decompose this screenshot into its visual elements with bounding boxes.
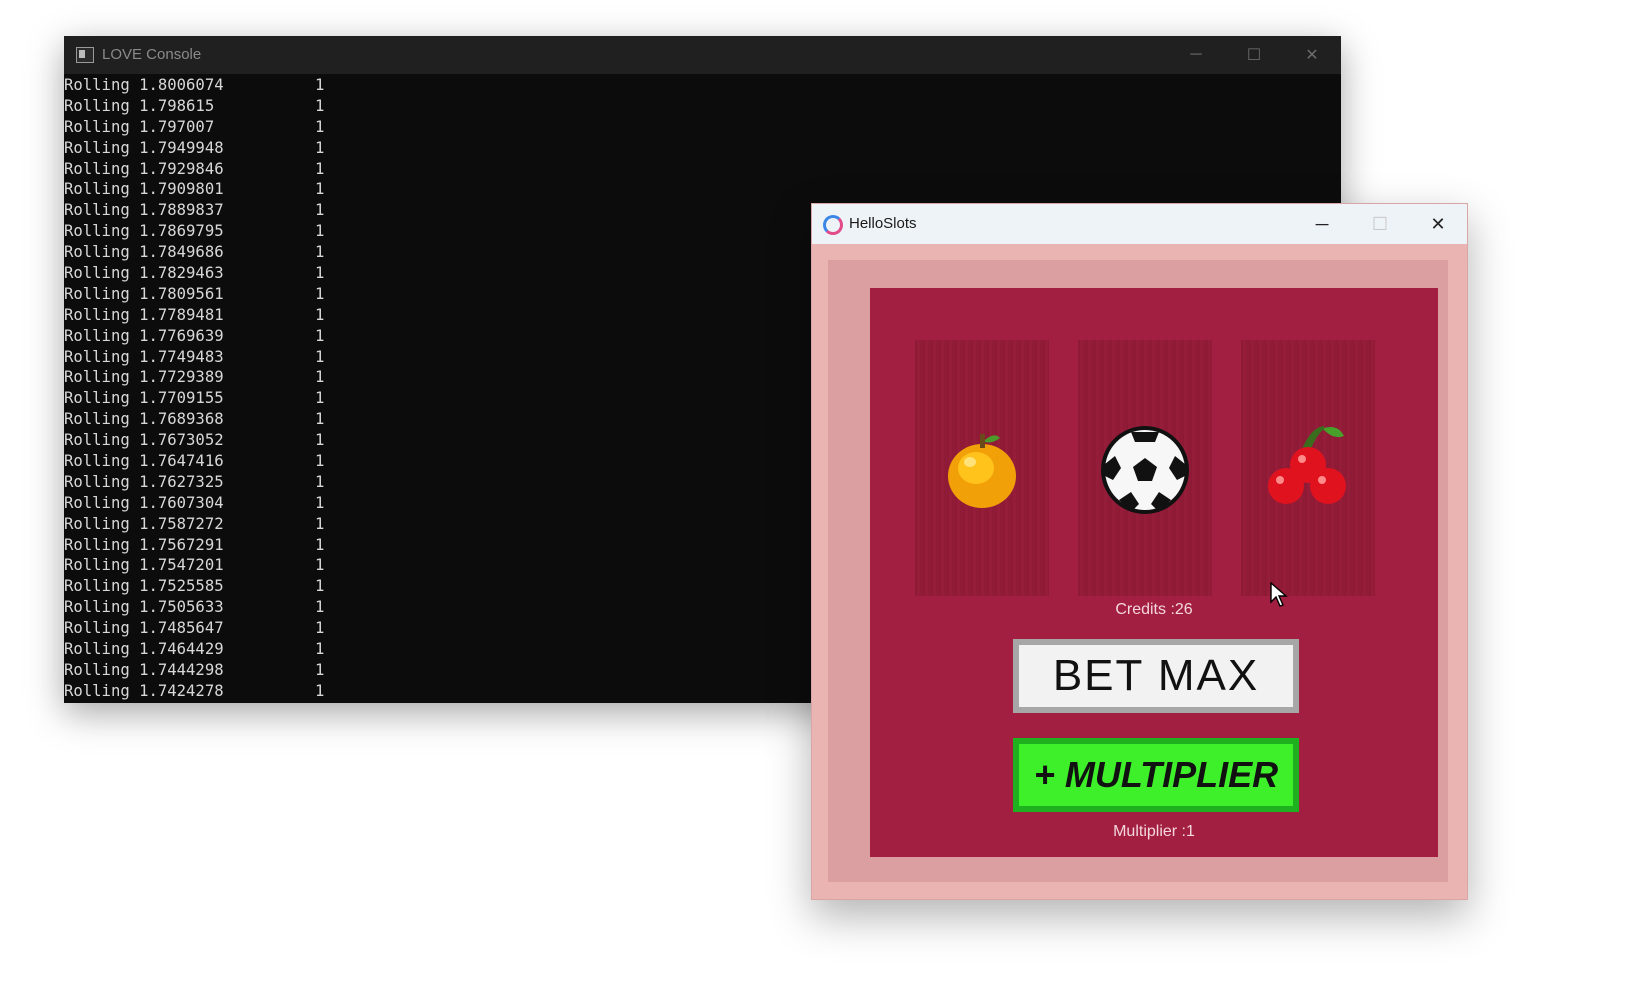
helloslots-window: HelloSlots ─ ☐ ✕ Credits:26 BET MAX + M… <box>811 203 1468 900</box>
console-line-text: Rolling 1.8006074 <box>64 76 224 94</box>
console-line-value: 1 <box>315 243 325 262</box>
console-line-text: Rolling 1.7929846 <box>64 159 224 178</box>
console-line-value: 1 <box>315 180 325 199</box>
multiplier-button-label: + MULTIPLIER <box>1019 744 1293 806</box>
console-line-text: Rolling 1.7444298 <box>64 660 224 679</box>
console-line: Rolling 1.8006074 1 <box>64 75 1341 96</box>
console-line-text: Rolling 1.7607304 <box>64 493 224 512</box>
console-line: Rolling 1.797007 1 <box>64 117 1341 138</box>
cherries-icon <box>1268 426 1346 504</box>
console-line-value: 1 <box>315 159 325 178</box>
console-line-value: 1 <box>315 347 325 366</box>
console-line-value: 1 <box>315 201 325 220</box>
console-line-text: Rolling 1.7547201 <box>64 556 224 575</box>
console-line-text: Rolling 1.7789481 <box>64 305 224 324</box>
console-line-text: Rolling 1.7889837 <box>64 201 224 220</box>
console-line-value: 1 <box>315 222 325 241</box>
reel-3 <box>1241 340 1375 596</box>
console-line-value: 1 <box>315 389 325 408</box>
console-minimize-button[interactable]: ─ <box>1167 36 1225 74</box>
console-line-text: Rolling 1.7587272 <box>64 514 224 533</box>
console-line-text: Rolling 1.7849686 <box>64 243 224 262</box>
console-line-text: Rolling 1.7567291 <box>64 535 224 554</box>
console-close-button[interactable]: ✕ <box>1283 36 1341 74</box>
soccer-ball-icon <box>1101 426 1189 514</box>
console-line-value: 1 <box>315 326 325 345</box>
orange-icon <box>948 434 1016 508</box>
console-line-value: 1 <box>315 368 325 387</box>
console-app-icon <box>76 47 94 63</box>
console-line-text: Rolling 1.7829463 <box>64 264 224 283</box>
console-line-value: 1 <box>315 472 325 491</box>
console-line-value: 1 <box>315 577 325 596</box>
reel-1 <box>915 340 1049 596</box>
console-line-text: Rolling 1.797007 <box>64 117 215 136</box>
console-line-value: 1 <box>315 681 325 700</box>
bet-max-button[interactable]: BET MAX <box>1013 639 1299 713</box>
console-line-value: 1 <box>315 640 325 659</box>
mouse-cursor-icon <box>1270 582 1288 607</box>
console-line-value: 1 <box>315 452 325 471</box>
console-line-value: 1 <box>315 431 325 450</box>
console-line-text: Rolling 1.7869795 <box>64 222 224 241</box>
reel-2 <box>1078 340 1212 596</box>
console-line-value: 1 <box>315 535 325 554</box>
console-line-text: Rolling 1.7949948 <box>64 138 224 157</box>
slots-close-button[interactable]: ✕ <box>1409 204 1467 244</box>
console-maximize-button[interactable]: ☐ <box>1225 36 1283 74</box>
console-line-text: Rolling 1.7485647 <box>64 619 224 638</box>
console-line-value: 1 <box>315 305 325 324</box>
console-line: Rolling 1.7949948 1 <box>64 138 1341 159</box>
console-line-value: 1 <box>315 493 325 512</box>
console-line-value: 1 <box>315 410 325 429</box>
multiplier-label: Multiplier :1 <box>1113 823 1195 840</box>
console-line-text: Rolling 1.7505633 <box>64 598 224 617</box>
slots-maximize-button[interactable]: ☐ <box>1351 204 1409 244</box>
console-line-text: Rolling 1.7464429 <box>64 640 224 659</box>
console-line-text: Rolling 1.7627325 <box>64 472 224 491</box>
console-line-value: 1 <box>315 117 325 136</box>
console-line-text: Rolling 1.7709155 <box>64 389 224 408</box>
console-line-value: 1 <box>315 264 325 283</box>
console-line-value: 1 <box>315 138 325 157</box>
console-line-text: Rolling 1.7769639 <box>64 326 224 345</box>
slots-title: HelloSlots <box>849 215 917 232</box>
console-line-value: 1 <box>315 514 325 533</box>
console-line-text: Rolling 1.7749483 <box>64 347 224 366</box>
console-line-text: Rolling 1.7647416 <box>64 452 224 471</box>
console-line-value: 1 <box>315 598 325 617</box>
console-title: LOVE Console <box>102 46 202 63</box>
console-line-text: Rolling 1.7525585 <box>64 577 224 596</box>
console-line: Rolling 1.7929846 1 <box>64 159 1341 180</box>
console-line: Rolling 1.7909801 1 <box>64 179 1341 200</box>
slots-game-area: Credits :26 BET MAX + MULTIPLIER Multipl… <box>828 260 1448 882</box>
console-line-value: 1 <box>315 556 325 575</box>
console-line-value: 1 <box>315 619 325 638</box>
slot-machine-board: Credits :26 BET MAX + MULTIPLIER Multipl… <box>870 288 1438 857</box>
console-line-text: Rolling 1.7729389 <box>64 368 224 387</box>
console-line-text: Rolling 1.7809561 <box>64 284 224 303</box>
console-titlebar[interactable]: LOVE Console ─ ☐ ✕ <box>64 36 1341 74</box>
console-line-text: Rolling 1.7909801 <box>64 180 224 199</box>
bet-max-label: BET MAX <box>1019 645 1293 707</box>
slots-minimize-button[interactable]: ─ <box>1293 204 1351 244</box>
console-line: Rolling 1.798615 1 <box>64 96 1341 117</box>
console-line-value: 1 <box>315 284 325 303</box>
slots-titlebar[interactable]: HelloSlots ─ ☐ ✕ <box>812 204 1467 244</box>
console-line-text: Rolling 1.7673052 <box>64 431 224 450</box>
console-line-text: Rolling 1.7424278 <box>64 681 224 700</box>
console-line-value: 1 <box>315 96 325 115</box>
love-logo-icon <box>823 215 843 235</box>
credits-label: Credits :26 <box>1115 601 1193 618</box>
console-line-text: Rolling 1.798615 <box>64 96 215 115</box>
console-line-text: Rolling 1.7689368 <box>64 410 224 429</box>
console-line-value: 1 <box>315 76 325 94</box>
multiplier-button[interactable]: + MULTIPLIER <box>1013 738 1299 812</box>
console-line-value: 1 <box>315 660 325 679</box>
